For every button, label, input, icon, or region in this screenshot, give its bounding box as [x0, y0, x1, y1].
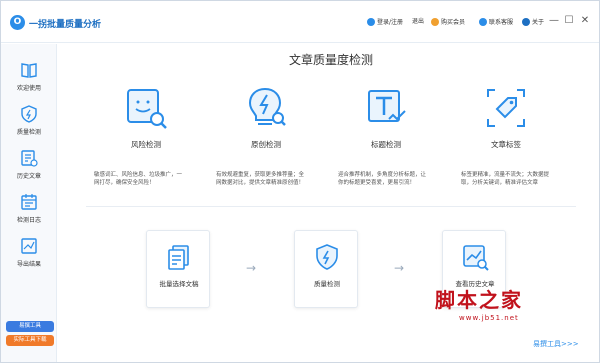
- tool-chip-button[interactable]: 易撰工具: [6, 321, 54, 332]
- sidebar-item-log[interactable]: 检测日志: [1, 193, 57, 237]
- buy-member-button[interactable]: 购买会员: [431, 18, 465, 27]
- login-label: 登录/注册: [377, 19, 404, 26]
- sidebar-item-quality[interactable]: 质量检测: [1, 105, 57, 149]
- about-label: 关于: [532, 19, 545, 26]
- app-window: O 一拐批量质量分析 登录/注册 退出 购买会员 联系客服 关于 — ☐ ✕ 欢…: [0, 0, 600, 363]
- feature-tags[interactable]: 文章标签: [446, 85, 566, 150]
- watermark-url: www.jb51.net: [459, 314, 519, 322]
- document-icon: [21, 150, 38, 167]
- chart-icon: [21, 238, 37, 254]
- feature-risk[interactable]: 风险检测: [86, 85, 206, 150]
- risk-check-icon: [127, 89, 167, 129]
- documents-icon: [168, 245, 189, 270]
- user-icon: [367, 18, 375, 26]
- feature-title[interactable]: 标题检测: [326, 85, 446, 150]
- step-batch-select[interactable]: 批量选择文稿: [146, 230, 210, 308]
- sidebar-item-label: 欢迎使用: [16, 85, 41, 92]
- sidebar-item-label: 历史文章: [16, 173, 41, 180]
- feature-description: 迎合推荐机制，多角度分析标题，让你的标题更受喜爱，更易引流！: [338, 172, 427, 186]
- section-divider: [86, 206, 576, 207]
- app-title: 一拐批量质量分析: [29, 20, 102, 30]
- contact-service-button[interactable]: 联系客服: [479, 18, 513, 27]
- watermark-text: 脚本之家: [435, 288, 523, 312]
- close-button[interactable]: ✕: [579, 15, 591, 27]
- title-check-icon: [368, 90, 406, 122]
- feature-label: 标题检测: [371, 140, 401, 149]
- sidebar-item-export[interactable]: 导出结果: [1, 237, 57, 281]
- arrow-icon: →: [246, 261, 257, 275]
- feature-original[interactable]: 原创检测: [206, 85, 326, 150]
- sidebar-item-history[interactable]: 历史文章: [1, 149, 57, 193]
- download-chip-button[interactable]: 实际工具下载: [6, 335, 54, 346]
- logout-label: 退出: [412, 18, 425, 25]
- sidebar-item-welcome[interactable]: 欢迎使用: [1, 61, 57, 105]
- about-button[interactable]: 关于: [522, 18, 544, 27]
- login-button[interactable]: 登录/注册: [367, 18, 403, 27]
- maximize-button[interactable]: ☐: [563, 15, 575, 27]
- shield-icon: [21, 105, 37, 123]
- service-label: 联系客服: [489, 19, 514, 26]
- feature-description: 有效规避重复，获取更多推荐量；全网数据对比，提供文章精准原创值！: [216, 172, 305, 186]
- page-title: 文章质量度检测: [288, 53, 373, 67]
- feature-description: 敏感词汇、风险信息、垃圾推广，一网打尽，确保安全风险！: [94, 172, 183, 186]
- sidebar-item-label: 检测日志: [16, 217, 41, 224]
- buy-label: 购买会员: [441, 19, 466, 26]
- minimize-button[interactable]: —: [548, 15, 560, 27]
- footer-link[interactable]: 易撰工具>>>: [533, 339, 579, 349]
- step-quality-check[interactable]: 质量检测: [294, 230, 358, 308]
- tag-icon: [487, 89, 525, 127]
- shield-icon: [316, 244, 338, 270]
- step-label: 质量检测: [314, 280, 340, 288]
- sidebar-item-label: 导出结果: [16, 261, 41, 268]
- book-icon: [21, 63, 37, 78]
- calendar-icon: [21, 194, 37, 210]
- avatar-icon: [522, 18, 530, 26]
- headset-icon: [479, 18, 487, 26]
- logout-button[interactable]: 退出: [412, 18, 424, 26]
- history-chart-icon: [463, 245, 489, 271]
- feature-label: 文章标签: [491, 140, 521, 149]
- feature-description: 标签更精准，流量不流失；大数据提取，分析关键词，精准评估文章: [461, 172, 550, 186]
- app-logo-icon: O: [10, 15, 25, 30]
- arrow-icon: →: [394, 261, 405, 275]
- feature-label: 原创检测: [251, 140, 281, 149]
- sidebar: 欢迎使用 质量检测 历史文章 检测日志 导出结果 易撰工具 实际工具下载: [1, 44, 57, 362]
- step-label: 批量选择文稿: [159, 280, 199, 288]
- feature-label: 风险检测: [131, 140, 161, 149]
- title-bar: O 一拐批量质量分析 登录/注册 退出 购买会员 联系客服 关于 — ☐ ✕: [1, 1, 599, 43]
- crown-icon: [431, 18, 439, 26]
- sidebar-item-label: 质量检测: [16, 129, 41, 136]
- lightbulb-icon: [248, 87, 286, 126]
